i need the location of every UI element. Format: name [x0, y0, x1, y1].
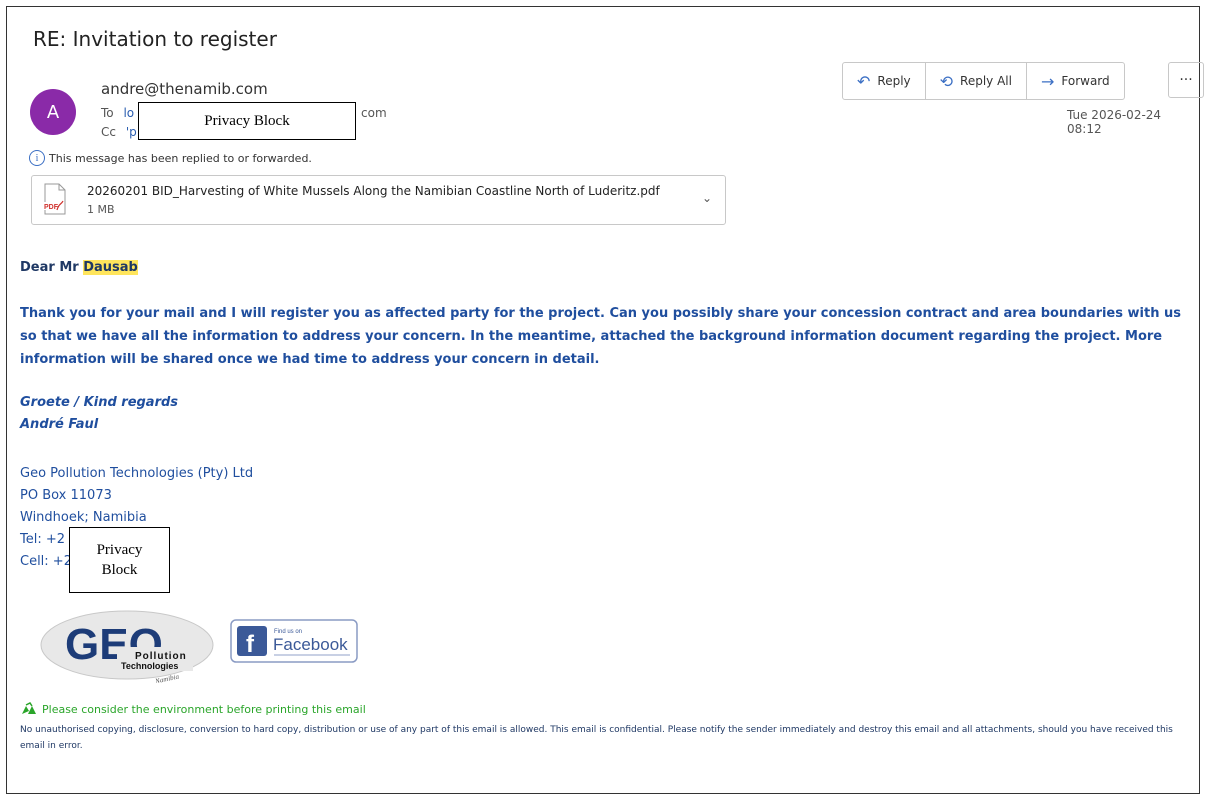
signature-name: André Faul — [20, 417, 99, 432]
to-label: To — [101, 106, 114, 120]
cc-label: Cc — [101, 125, 116, 139]
svg-text:PDF: PDF — [44, 204, 59, 211]
chevron-down-icon[interactable]: ⌄ — [702, 191, 712, 205]
email-reading-pane: RE: Invitation to register A andre@thena… — [6, 6, 1204, 794]
fb-text: Facebook — [273, 635, 348, 654]
pdf-icon: PDF — [43, 183, 66, 215]
forward-button[interactable]: → Forward — [1027, 63, 1124, 99]
privacy-block-phone: Privacy Block — [69, 527, 170, 593]
body-paragraph: Thank you for your mail and I will regis… — [20, 306, 1181, 367]
email-subject: RE: Invitation to register — [33, 27, 277, 51]
environment-note: Please consider the environment before p… — [20, 702, 366, 716]
reply-label: Reply — [877, 74, 911, 88]
greeting-prefix: Dear Mr — [20, 260, 84, 275]
city: Windhoek; Namibia — [20, 510, 147, 525]
reply-button[interactable]: ↶ Reply — [843, 63, 926, 99]
sender-avatar[interactable]: A — [30, 89, 76, 135]
greeting: Dear Mr Dausab — [20, 260, 138, 275]
recycle-icon — [22, 702, 36, 714]
attachment-filename: 20260201 BID_Harvesting of White Mussels… — [87, 184, 660, 198]
reply-all-label: Reply All — [960, 74, 1012, 88]
cell-prefix: Cell: +2 — [20, 554, 72, 569]
closing: Groete / Kind regards — [20, 395, 179, 410]
cc-line: Cc 'p — [101, 125, 137, 139]
received-date: Tue 2026-02-24 08:12 — [1067, 108, 1162, 136]
greeting-name-highlighted: Dausab — [83, 260, 138, 275]
geo-pollution-logo: GEO Pollution Technologies Namibia — [40, 610, 214, 683]
cc-recipient[interactable]: 'p — [126, 125, 137, 139]
forward-label: Forward — [1061, 74, 1110, 88]
environment-note-text: Please consider the environment before p… — [42, 702, 366, 716]
reply-icon: ↶ — [857, 71, 871, 91]
privacy-line-2: Block — [101, 562, 138, 578]
svg-text:f: f — [246, 631, 255, 658]
attachment-size: 1 MB — [87, 203, 115, 216]
po-box: PO Box 11073 — [20, 488, 112, 503]
forward-icon: → — [1040, 71, 1055, 91]
company-name: Geo Pollution Technologies (Pty) Ltd — [20, 466, 254, 481]
disclaimer: No unauthorised copying, disclosure, con… — [20, 725, 1173, 751]
reply-all-button[interactable]: ⟲ Reply All — [926, 63, 1027, 99]
logo-technologies-text: Technologies — [121, 661, 178, 671]
to-recipient[interactable]: lo — [123, 106, 134, 120]
sender-address[interactable]: andre@thenamib.com — [101, 80, 268, 98]
info-icon: i — [29, 150, 45, 166]
status-note-text: This message has been replied to or forw… — [49, 151, 312, 165]
to-recipient-end: com — [361, 106, 387, 120]
facebook-badge[interactable]: f Find us on Facebook — [230, 619, 358, 663]
privacy-block-recipients: Privacy Block — [138, 102, 356, 140]
more-actions-button[interactable]: ··· — [1168, 62, 1204, 98]
privacy-line-1: Privacy — [96, 542, 143, 558]
attachment-card[interactable]: PDF 20260201 BID_Harvesting of White Mus… — [31, 175, 726, 225]
status-note: i This message has been replied to or fo… — [29, 150, 312, 166]
tel-prefix: Tel: +2 — [20, 532, 66, 547]
reply-all-icon: ⟲ — [939, 71, 954, 91]
reply-toolbar: ↶ Reply ⟲ Reply All → Forward — [842, 62, 1125, 100]
to-line: To lo — [101, 106, 134, 120]
